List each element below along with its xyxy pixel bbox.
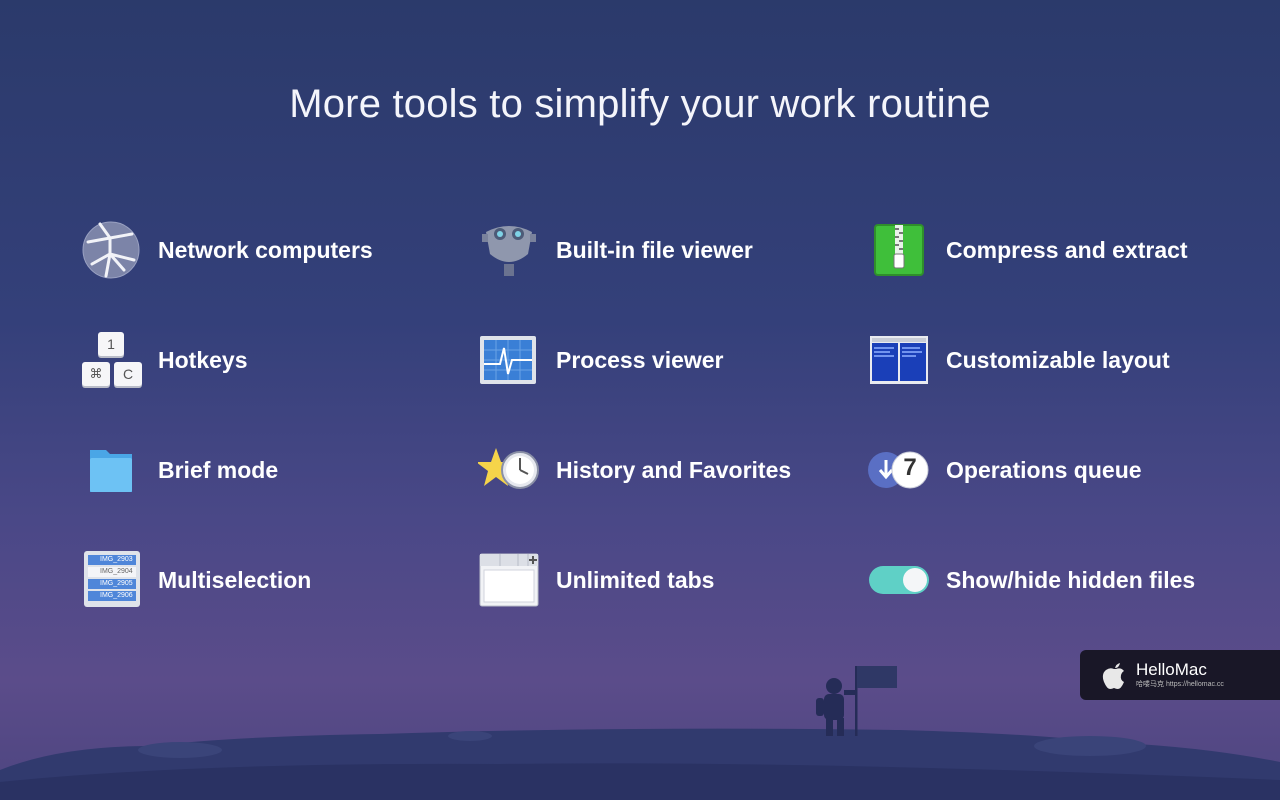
toggle-switch-icon xyxy=(868,550,930,610)
badge-brand: HelloMac xyxy=(1136,660,1207,679)
feature-label: Process viewer xyxy=(556,346,724,373)
feature-label: Hotkeys xyxy=(158,346,248,373)
feature-show-hide-hidden-files: Show/hide hidden files xyxy=(868,550,1195,610)
folder-icon xyxy=(80,440,142,500)
badge-subtitle: 哈喽马克 https://hellomac.cc xyxy=(1136,681,1224,688)
feature-label: History and Favorites xyxy=(556,456,792,483)
layout-window-icon xyxy=(868,330,930,390)
feature-label: Brief mode xyxy=(158,456,279,483)
key-c: C xyxy=(114,362,142,386)
feature-network-computers: Network computers xyxy=(80,220,373,280)
page-title: More tools to simplify your work routine xyxy=(289,82,991,126)
feature-label: Show/hide hidden files xyxy=(946,566,1196,593)
queue-download-icon: 7 xyxy=(868,440,930,500)
astronaut-icon xyxy=(816,678,856,736)
feature-label: Network computers xyxy=(158,236,373,263)
feature-customizable-layout: Customizable layout xyxy=(868,330,1170,390)
key-1: 1 xyxy=(98,332,124,356)
activity-monitor-icon xyxy=(478,330,540,390)
feature-brief-mode: Brief mode xyxy=(80,440,278,500)
feature-unlimited-tabs: Unlimited tabs xyxy=(478,550,714,610)
feature-label: Built-in file viewer xyxy=(556,236,753,263)
keyboard-keys-icon: 1 ⌘ C xyxy=(80,330,142,390)
star-clock-icon xyxy=(476,440,540,500)
list-item: IMG_2905 xyxy=(88,579,136,589)
apple-logo-icon xyxy=(1102,663,1124,689)
key-command: ⌘ xyxy=(82,362,110,386)
list-item: IMG_2906 xyxy=(88,591,136,601)
binocular-viewer-icon xyxy=(478,220,540,280)
hellomac-badge: HelloMac 哈喽马克 https://hellomac.cc xyxy=(1080,650,1280,700)
feature-label: Operations queue xyxy=(946,456,1142,483)
feature-label: Customizable layout xyxy=(946,346,1170,373)
list-item: IMG_2903 xyxy=(88,555,136,565)
feature-history-and-favorites: History and Favorites xyxy=(476,440,792,500)
feature-operations-queue: 7 Operations queue xyxy=(868,440,1142,500)
feature-compress-and-extract: Compress and extract xyxy=(868,220,1188,280)
feature-process-viewer: Process viewer xyxy=(478,330,724,390)
feature-label: Compress and extract xyxy=(946,236,1188,263)
feature-hotkeys: 1 ⌘ C Hotkeys xyxy=(80,330,247,390)
zip-archive-icon xyxy=(868,220,930,280)
feature-multiselection: IMG_2903 IMG_2904 IMG_2905 IMG_2906 Mult… xyxy=(80,550,311,610)
feature-built-in-file-viewer: Built-in file viewer xyxy=(478,220,753,280)
tabs-window-icon xyxy=(478,550,540,610)
flag-icon xyxy=(855,666,897,736)
queue-count: 7 xyxy=(903,454,917,481)
feature-label: Multiselection xyxy=(158,566,312,593)
globe-network-icon xyxy=(80,220,142,280)
feature-label: Unlimited tabs xyxy=(556,566,715,593)
list-item: IMG_2904 xyxy=(88,567,136,577)
file-list-icon: IMG_2903 IMG_2904 IMG_2905 IMG_2906 xyxy=(80,550,142,610)
